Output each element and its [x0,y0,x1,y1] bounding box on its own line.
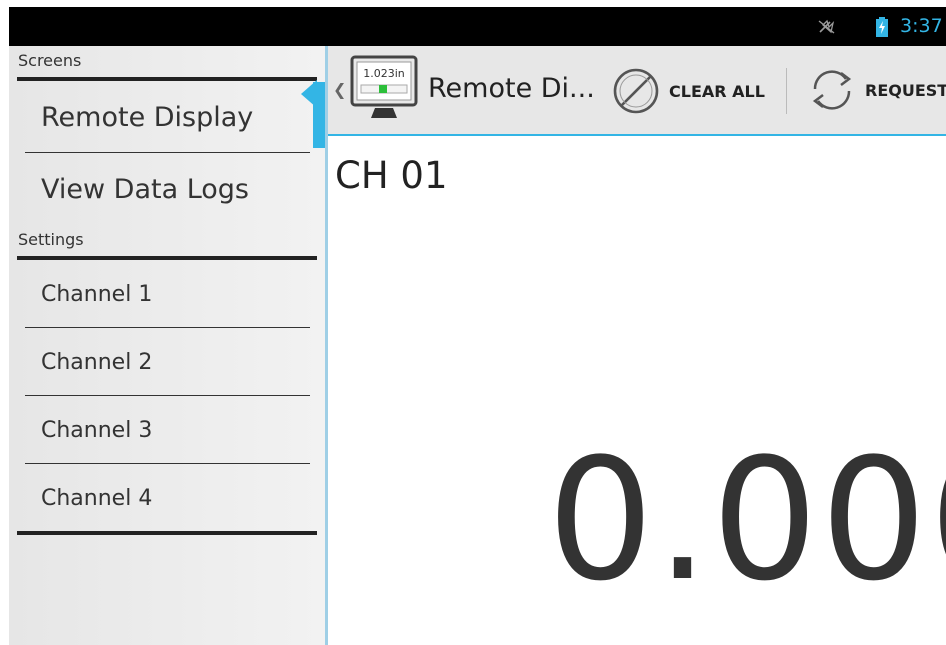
status-bar: 3:37 [9,7,946,46]
channel-title: CH 01 [335,154,448,197]
drawer-item-label: Channel 1 [41,282,153,307]
drawer-item-channel-4[interactable]: Channel 4 [25,464,310,531]
measurement-reading: 0.000 [547,422,946,618]
drawer-item-channel-1[interactable]: Channel 1 [25,260,310,327]
request-button[interactable]: REQUEST [805,58,946,122]
section-divider [17,531,317,535]
mute-icon [818,19,835,34]
action-bar: ❮ 1.023in Remote Di... CLEAR ALL REQUEST [328,46,946,136]
drawer-item-label: View Data Logs [41,174,249,205]
top-margin [0,0,946,7]
app-frame: 3:37 Screens Remote Display View Data Lo… [0,0,946,645]
section-header-screens: Screens [18,51,82,70]
clear-all-label: CLEAR ALL [669,81,765,101]
drawer-item-label: Channel 4 [41,486,153,511]
drawer-item-channel-2[interactable]: Channel 2 [25,328,310,395]
request-label: REQUEST [865,80,946,100]
clear-all-icon [613,68,659,114]
clear-all-button[interactable]: CLEAR ALL [611,60,765,122]
app-display-icon[interactable]: 1.023in [349,54,419,124]
selected-indicator-bar [313,82,325,148]
drawer-item-channel-3[interactable]: Channel 3 [25,396,310,463]
battery-charging-icon [876,17,888,37]
drawer-item-label: Channel 3 [41,418,153,443]
section-header-settings: Settings [18,230,84,249]
refresh-icon [812,70,852,110]
action-separator [786,68,787,114]
up-caret-icon[interactable]: ❮ [333,80,346,99]
drawer-item-label: Channel 2 [41,350,153,375]
drawer-item-remote-display[interactable]: Remote Display [25,81,310,153]
page-title: Remote Di... [428,73,595,104]
drawer-item-view-data-logs[interactable]: View Data Logs [25,153,310,225]
status-time: 3:37 [900,15,943,37]
drawer-item-label: Remote Display [41,102,254,133]
remote-display-panel: CH 01 0.000 [328,136,946,645]
navigation-drawer: Screens Remote Display View Data Logs Se… [9,46,325,645]
app-icon-reading: 1.023in [363,67,405,80]
